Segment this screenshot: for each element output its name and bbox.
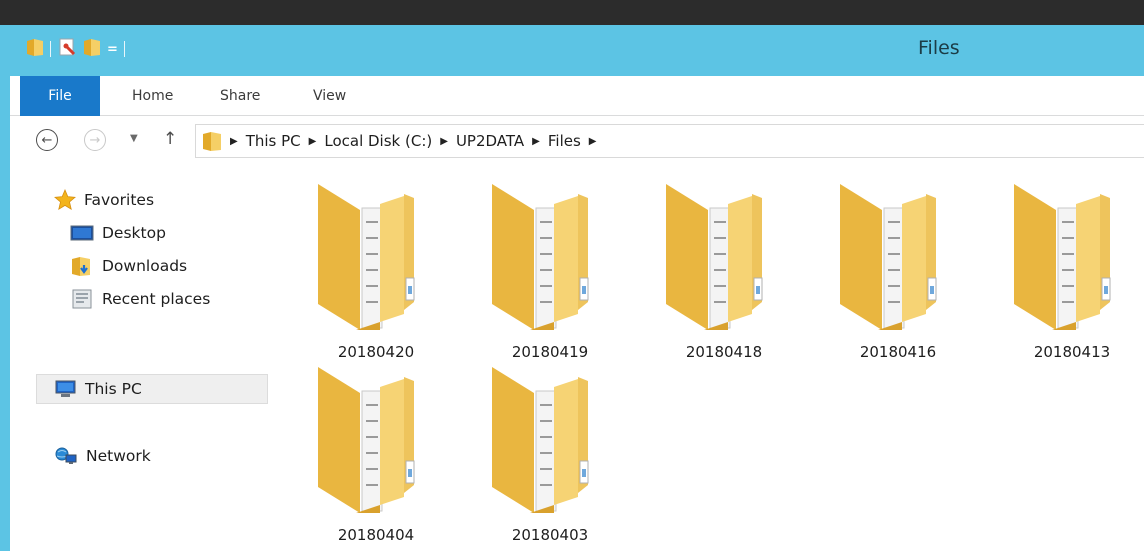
folder-item[interactable]: 20180419	[470, 182, 630, 361]
forward-arrow-icon[interactable]: →	[84, 129, 106, 151]
nav-item-downloads[interactable]: Downloads	[70, 251, 187, 281]
new-folder-icon[interactable]	[83, 37, 101, 61]
breadcrumb-files[interactable]: Files	[548, 132, 581, 150]
folder-icon	[492, 367, 589, 513]
nav-item-desktop[interactable]: Desktop	[70, 218, 166, 248]
address-bar[interactable]: ▶ This PC ▶ Local Disk (C:) ▶ UP2DATA ▶ …	[195, 124, 1144, 158]
folder-name: 20180418	[685, 343, 763, 361]
folder-name: 20180413	[1033, 343, 1111, 361]
recent-places-icon	[70, 288, 94, 310]
address-row: ← → ▼ ↑ ▶ This PC ▶ Local Disk (C:) ▶ UP…	[10, 117, 1144, 165]
up-arrow-icon[interactable]: ↑	[163, 129, 177, 149]
folder-name: 20180416	[859, 343, 937, 361]
folder-icon[interactable]	[26, 37, 44, 61]
desktop-icon	[70, 224, 94, 242]
nav-item-label: Network	[86, 447, 151, 465]
explorer-window: = Files File Home Share View ← → ▼ ↑ ▶ T…	[0, 25, 1144, 551]
network-icon	[54, 445, 78, 467]
nav-item-label: Favorites	[84, 191, 155, 209]
downloads-icon	[70, 255, 94, 277]
window-frame-left	[0, 25, 10, 551]
breadcrumb-arrow-icon[interactable]: ▶	[309, 136, 317, 147]
ribbon-tabs: File Home Share View	[10, 76, 1144, 116]
breadcrumb-arrow-icon[interactable]: ▶	[230, 136, 238, 147]
folder-name: 20180419	[511, 343, 589, 361]
breadcrumb-this-pc[interactable]: This PC	[246, 132, 301, 150]
folder-name: 20180404	[337, 526, 415, 544]
back-arrow-icon[interactable]: ←	[36, 129, 58, 151]
quick-access-toolbar: =	[26, 36, 125, 62]
nav-item-this-pc[interactable]: This PC	[36, 374, 268, 404]
tab-view[interactable]: View	[313, 76, 346, 116]
folder-icon	[318, 184, 415, 330]
tab-file[interactable]: File	[20, 76, 100, 116]
folder-name: 20180420	[337, 343, 415, 361]
nav-item-label: Recent places	[102, 290, 211, 308]
navigation-pane: Favorites Desktop Downloads Recent place…	[10, 165, 270, 551]
folder-view: 20180420 20180419 20180418 20180416 2018…	[290, 175, 1140, 551]
window-title: Files	[918, 37, 960, 59]
nav-item-recent-places[interactable]: Recent places	[70, 284, 210, 314]
nav-item-favorites[interactable]: Favorites	[54, 185, 154, 215]
folder-item[interactable]: 20180404	[296, 365, 456, 544]
folder-icon	[202, 130, 222, 152]
customize-toolbar-icon[interactable]: =	[107, 42, 118, 57]
folder-item[interactable]: 20180418	[644, 182, 804, 361]
folder-icon	[666, 184, 763, 330]
chevron-down-icon[interactable]: ▼	[130, 133, 138, 144]
folder-icon	[1014, 184, 1111, 330]
folder-item[interactable]: 20180420	[296, 182, 456, 361]
breadcrumb-arrow-icon[interactable]: ▶	[440, 136, 448, 147]
folder-icon	[840, 184, 937, 330]
breadcrumb-local-disk[interactable]: Local Disk (C:)	[324, 132, 432, 150]
top-dark-strip	[0, 0, 1144, 25]
folder-item[interactable]: 20180403	[470, 365, 630, 544]
tab-share[interactable]: Share	[220, 76, 260, 116]
tab-home[interactable]: Home	[132, 76, 173, 116]
nav-item-label: Downloads	[102, 257, 188, 275]
nav-item-label: Desktop	[102, 224, 166, 242]
folder-name: 20180403	[511, 526, 589, 544]
breadcrumb-up2data[interactable]: UP2DATA	[456, 132, 524, 150]
folder-icon	[492, 184, 589, 330]
computer-icon	[53, 379, 77, 399]
breadcrumb-arrow-icon[interactable]: ▶	[589, 136, 597, 147]
folder-item[interactable]: 20180413	[992, 182, 1144, 361]
toolbar-separator	[123, 41, 125, 57]
title-bar: = Files	[10, 25, 1144, 76]
properties-icon[interactable]	[57, 37, 77, 61]
nav-item-network[interactable]: Network	[54, 441, 151, 471]
folder-icon	[318, 367, 415, 513]
nav-item-label: This PC	[85, 380, 142, 398]
star-icon	[54, 189, 76, 211]
breadcrumb-arrow-icon[interactable]: ▶	[532, 136, 540, 147]
toolbar-separator	[50, 41, 51, 57]
folder-item[interactable]: 20180416	[818, 182, 978, 361]
